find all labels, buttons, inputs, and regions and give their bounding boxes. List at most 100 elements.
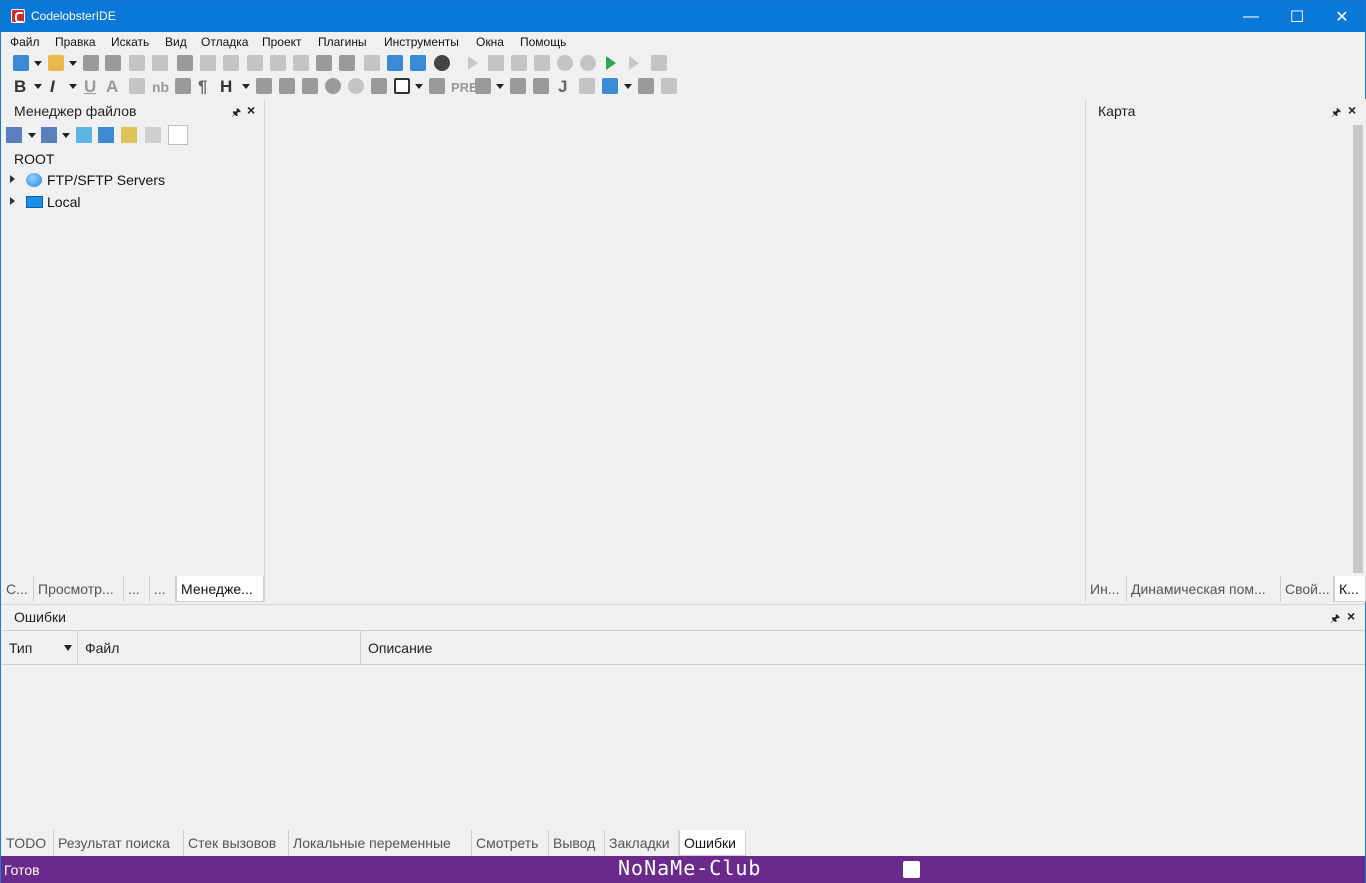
menu-project[interactable]: Проект xyxy=(262,35,302,49)
redo-icon[interactable] xyxy=(152,55,168,71)
expand-arrow-icon[interactable] xyxy=(10,175,15,183)
tree-root[interactable]: ROOT xyxy=(2,148,264,170)
menu-tools[interactable]: Инструменты xyxy=(384,35,459,49)
chevron-down-icon[interactable] xyxy=(34,61,42,66)
undo-icon[interactable] xyxy=(129,55,145,71)
chevron-down-icon[interactable] xyxy=(34,84,42,89)
form-icon[interactable] xyxy=(579,78,595,94)
menu-file[interactable]: Файл xyxy=(10,35,40,49)
sort-desc-icon[interactable] xyxy=(41,127,57,143)
copy-icon[interactable] xyxy=(200,55,216,71)
justify-icon[interactable] xyxy=(429,78,445,94)
toggle-view-icon[interactable] xyxy=(364,55,380,71)
menu-help[interactable]: Помощь xyxy=(520,35,566,49)
help-icon[interactable] xyxy=(434,55,450,71)
line-break-icon[interactable] xyxy=(175,78,191,94)
tab-bookmarks[interactable]: Закладки xyxy=(605,830,679,856)
menu-plugins[interactable]: Плагины xyxy=(318,35,367,49)
tab-map[interactable]: К... xyxy=(1334,576,1366,602)
refresh-icon[interactable] xyxy=(76,127,92,143)
tree-item-local[interactable]: Local xyxy=(2,191,264,213)
column-header-description[interactable]: Описание xyxy=(361,631,1365,665)
pin-icon[interactable]: 🖈 xyxy=(1330,610,1340,625)
expand-arrow-icon[interactable] xyxy=(10,197,15,205)
sort-asc-icon[interactable] xyxy=(6,127,22,143)
pre-icon[interactable]: PRE xyxy=(451,80,478,95)
tab-left-3[interactable]: ... xyxy=(124,576,150,602)
pause-icon[interactable] xyxy=(651,55,667,71)
chevron-down-icon[interactable] xyxy=(415,84,423,89)
debug-run-icon[interactable] xyxy=(468,56,478,70)
paragraph-icon[interactable]: ¶ xyxy=(198,77,207,97)
horizontal-rule-icon[interactable] xyxy=(302,78,318,94)
tree-item-ftp[interactable]: FTP/SFTP Servers xyxy=(2,169,264,191)
tab-left-1[interactable]: С... xyxy=(2,576,34,602)
show-tree-icon[interactable] xyxy=(168,125,188,145)
tab-dynamic-help[interactable]: Динамическая пом... xyxy=(1127,576,1281,602)
nobreak-icon[interactable]: nb xyxy=(152,79,169,95)
chevron-down-icon[interactable] xyxy=(69,84,77,89)
editor-area[interactable] xyxy=(266,99,1084,602)
browser-preview-icon[interactable] xyxy=(387,55,403,71)
font-icon[interactable]: A xyxy=(106,77,118,97)
tab-properties[interactable]: Свой... xyxy=(1281,576,1334,602)
tab-output[interactable]: Вывод xyxy=(549,830,605,856)
table-icon[interactable] xyxy=(510,78,526,94)
minimize-button[interactable]: — xyxy=(1228,1,1274,32)
chevron-down-icon[interactable] xyxy=(624,84,632,89)
run-icon[interactable] xyxy=(606,56,616,70)
tab-watch[interactable]: Смотреть xyxy=(472,830,549,856)
chevron-down-icon[interactable] xyxy=(496,84,504,89)
menu-view[interactable]: Вид xyxy=(165,35,187,49)
bold-icon[interactable]: B xyxy=(14,77,26,97)
column-header-type[interactable]: Тип xyxy=(2,631,78,665)
pin-icon[interactable]: 🖈 xyxy=(231,104,241,119)
continue-icon[interactable] xyxy=(629,56,639,70)
menu-search[interactable]: Искать xyxy=(111,35,149,49)
chevron-down-icon[interactable] xyxy=(28,133,36,138)
breakpoint-icon[interactable] xyxy=(557,55,573,71)
align-center-icon[interactable] xyxy=(371,78,387,94)
tab-local-variables[interactable]: Локальные переменные xyxy=(289,830,472,856)
copyright-icon[interactable] xyxy=(348,78,364,94)
step-over-icon[interactable] xyxy=(511,55,527,71)
italic-icon[interactable]: I xyxy=(50,77,55,97)
image-icon[interactable] xyxy=(256,78,272,94)
tab-preview[interactable]: Просмотр... xyxy=(34,576,124,602)
close-window-button[interactable]: ✕ xyxy=(1319,1,1365,32)
menu-edit[interactable]: Правка xyxy=(55,35,96,49)
list-icon[interactable] xyxy=(475,78,491,94)
tab-info[interactable]: Ин... xyxy=(1086,576,1127,602)
maximize-button[interactable]: ☐ xyxy=(1274,1,1320,32)
tab-left-4[interactable]: ... xyxy=(150,576,176,602)
input-icon[interactable] xyxy=(602,78,618,94)
tab-errors[interactable]: Ошибки xyxy=(679,830,746,856)
arrow-left-icon[interactable] xyxy=(316,55,332,71)
clear-breakpoints-icon[interactable] xyxy=(580,55,596,71)
menu-windows[interactable]: Окна xyxy=(476,35,504,49)
column-header-file[interactable]: Файл xyxy=(78,631,361,665)
underline-icon[interactable]: U xyxy=(84,77,96,97)
anchor-icon[interactable] xyxy=(279,78,295,94)
color-icon[interactable] xyxy=(129,78,145,94)
tab-file-manager[interactable]: Менедже... xyxy=(176,576,264,602)
close-icon[interactable]: × xyxy=(1347,608,1355,624)
chevron-down-icon[interactable] xyxy=(62,133,70,138)
cut-icon[interactable] xyxy=(177,55,193,71)
chevron-down-icon[interactable] xyxy=(242,84,250,89)
step-into-icon[interactable] xyxy=(488,55,504,71)
save-icon[interactable] xyxy=(83,55,99,71)
heading-icon[interactable]: H xyxy=(220,77,232,97)
find-in-files-icon[interactable] xyxy=(293,55,309,71)
javascript-icon[interactable]: J xyxy=(558,77,567,97)
comment-icon[interactable] xyxy=(325,78,341,94)
layout-icon[interactable] xyxy=(661,78,677,94)
save-all-icon[interactable] xyxy=(105,55,121,71)
pin-icon[interactable]: 🖈 xyxy=(1331,104,1341,119)
tab-call-stack[interactable]: Стек вызовов xyxy=(184,830,289,856)
stop-icon[interactable] xyxy=(534,55,550,71)
validate-icon[interactable] xyxy=(410,55,426,71)
script-icon[interactable] xyxy=(533,78,549,94)
new-file-icon[interactable] xyxy=(13,55,29,71)
open-folder-icon[interactable] xyxy=(48,55,64,71)
